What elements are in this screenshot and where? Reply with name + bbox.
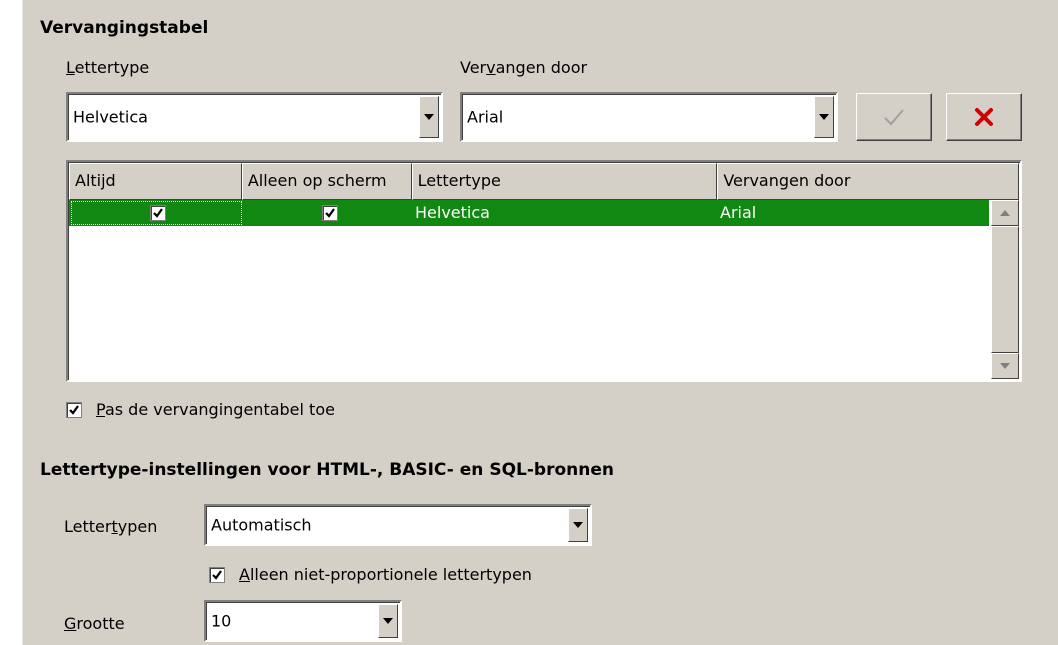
always-checkbox[interactable] bbox=[150, 205, 166, 221]
scroll-up-button[interactable] bbox=[991, 200, 1019, 226]
arrow-up-icon bbox=[1000, 210, 1010, 216]
fonts-combobox[interactable]: Automatisch bbox=[204, 504, 592, 546]
apply-table-checkbox[interactable] bbox=[66, 402, 82, 418]
replacement-table[interactable]: Altijd Alleen op scherm Lettertype Verva… bbox=[66, 160, 1022, 382]
replace-combobox[interactable]: Arial bbox=[460, 92, 838, 142]
table-header: Altijd Alleen op scherm Lettertype Verva… bbox=[69, 163, 1019, 200]
row-font-cell: Helvetica bbox=[415, 203, 490, 222]
column-header-replace[interactable]: Vervangen door bbox=[717, 163, 1019, 200]
nonprop-checkbox[interactable] bbox=[209, 567, 225, 583]
font-label: Lettertype bbox=[66, 58, 150, 77]
replace-combobox-value: Arial bbox=[467, 107, 504, 127]
chevron-down-icon bbox=[819, 114, 829, 120]
fonts-dropdown-button[interactable] bbox=[568, 508, 588, 542]
scroll-down-button[interactable] bbox=[991, 353, 1019, 379]
table-row[interactable]: Helvetica Arial bbox=[69, 200, 989, 226]
delete-button[interactable] bbox=[946, 93, 1022, 141]
column-header-always[interactable]: Altijd bbox=[69, 163, 242, 200]
chevron-down-icon bbox=[383, 618, 393, 624]
replace-dropdown-button[interactable] bbox=[814, 96, 834, 138]
check-icon bbox=[69, 405, 79, 415]
arrow-down-icon bbox=[1000, 363, 1010, 369]
screen-only-checkbox[interactable] bbox=[322, 205, 338, 221]
fonts-label: Lettertypen bbox=[64, 517, 158, 536]
chevron-down-icon bbox=[424, 114, 434, 120]
replace-label: Vervangen door bbox=[460, 58, 588, 77]
replacement-table-title: Vervangingstabel bbox=[40, 18, 209, 38]
font-dropdown-button[interactable] bbox=[419, 96, 439, 138]
source-fonts-title: Lettertype-instellingen voor HTML-, BASI… bbox=[40, 460, 614, 480]
size-combobox[interactable]: 10 bbox=[204, 600, 402, 642]
apply-table-label[interactable]: Pas de vervangingentabel toe bbox=[96, 400, 335, 419]
nonprop-label[interactable]: Alleen niet-proportionele lettertypen bbox=[239, 565, 532, 584]
delete-x-icon bbox=[975, 108, 993, 126]
size-dropdown-button[interactable] bbox=[378, 604, 398, 638]
scroll-thumb[interactable] bbox=[991, 226, 1019, 353]
checkmark-icon bbox=[884, 109, 904, 126]
check-icon bbox=[212, 570, 222, 580]
size-combobox-value: 10 bbox=[211, 611, 232, 631]
check-icon bbox=[153, 208, 163, 218]
chevron-down-icon bbox=[573, 522, 583, 528]
font-combobox-value: Helvetica bbox=[73, 107, 148, 127]
vertical-scrollbar[interactable] bbox=[991, 200, 1019, 379]
size-label: Grootte bbox=[64, 614, 125, 633]
apply-button[interactable] bbox=[856, 93, 932, 141]
column-header-font[interactable]: Lettertype bbox=[411, 163, 718, 200]
column-header-screen-only[interactable]: Alleen op scherm bbox=[241, 163, 412, 200]
row-replace-cell: Arial bbox=[720, 203, 757, 222]
fonts-combobox-value: Automatisch bbox=[211, 515, 312, 535]
font-combobox[interactable]: Helvetica bbox=[66, 92, 443, 142]
check-icon bbox=[325, 208, 335, 218]
